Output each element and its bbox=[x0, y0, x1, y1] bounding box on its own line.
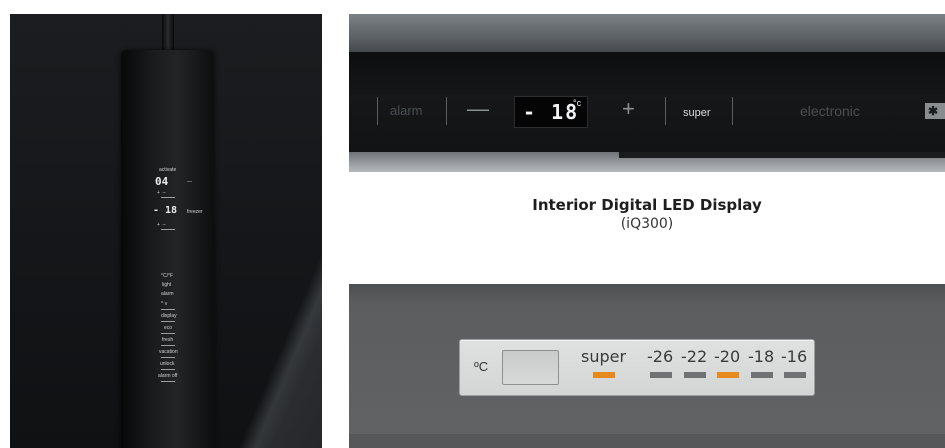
super-indicator[interactable] bbox=[593, 372, 615, 378]
strip-lower-side-label: freezer bbox=[187, 209, 203, 215]
strip-divider bbox=[161, 229, 175, 230]
temp-indicator-minus-16[interactable] bbox=[784, 372, 806, 378]
temperature-unit: °c bbox=[573, 98, 582, 108]
strip-divider bbox=[161, 345, 175, 346]
strip-label-unit[interactable]: °C/°F bbox=[161, 274, 173, 279]
temp-indicator-minus-18[interactable] bbox=[751, 372, 773, 378]
electronic-label: electronic bbox=[800, 103, 860, 119]
minus-button[interactable]: — bbox=[467, 96, 489, 122]
strip-upper-plus-minus[interactable]: + – bbox=[157, 191, 165, 196]
strip-divider bbox=[161, 333, 175, 334]
temp-label-minus-22: -22 bbox=[681, 347, 708, 366]
strip-label-display[interactable]: display bbox=[161, 314, 177, 319]
strip-label-arrows[interactable]: ^ v bbox=[161, 302, 167, 307]
strip-divider bbox=[161, 357, 175, 358]
caption-subtitle: (iQ300) bbox=[620, 216, 674, 232]
unit-label: ºC bbox=[474, 359, 489, 374]
plate-display-window[interactable] bbox=[502, 350, 559, 385]
fridge-control-panel: ºC super -26 -22 -20 -18 -16 bbox=[349, 284, 945, 448]
led-bar-body bbox=[349, 52, 945, 152]
brand-badge-icon: ✱ bbox=[925, 103, 945, 119]
strip-label-eco[interactable]: eco bbox=[164, 326, 172, 331]
temp-label-minus-26: -26 bbox=[647, 347, 674, 366]
separator bbox=[377, 97, 378, 125]
separator bbox=[732, 97, 733, 125]
super-label: super bbox=[581, 347, 627, 366]
separator bbox=[665, 97, 666, 125]
temperature-display: - 18 °c bbox=[514, 96, 588, 128]
strip-display-upper: 04 bbox=[155, 175, 169, 188]
temp-label-minus-18: -18 bbox=[748, 347, 775, 366]
led-display-bar: alarm — - 18 °c + super electronic ✱ bbox=[349, 14, 945, 172]
strip-label-light[interactable]: light bbox=[162, 283, 171, 288]
separator bbox=[446, 97, 447, 125]
temp-indicator-minus-22[interactable] bbox=[684, 372, 706, 378]
strip-divider bbox=[161, 309, 175, 310]
strip-display-lower: - 18 bbox=[153, 205, 178, 216]
led-bar-top-edge bbox=[349, 14, 945, 52]
temp-label-minus-16: -16 bbox=[781, 347, 808, 366]
alarm-button[interactable]: alarm bbox=[390, 103, 423, 119]
strip-label-activate[interactable]: activate bbox=[159, 168, 176, 173]
plus-button[interactable]: + bbox=[622, 96, 635, 122]
caption-title: Interior Digital LED Display bbox=[532, 196, 762, 214]
strip-label-alarm[interactable]: alarm bbox=[161, 292, 174, 297]
super-button[interactable]: super bbox=[683, 105, 711, 121]
strip-label-vacation[interactable]: vacation bbox=[159, 350, 178, 355]
temperature-value: - 18 bbox=[523, 100, 580, 124]
strip-upper-side-label: — bbox=[187, 179, 192, 185]
strip-label-unlock[interactable]: unlock bbox=[160, 362, 174, 367]
strip-label-alarm-off[interactable]: alarm off bbox=[158, 374, 177, 379]
strip-divider bbox=[161, 369, 175, 370]
strip-label-fresh[interactable]: fresh bbox=[162, 338, 173, 343]
temp-label-minus-20: -20 bbox=[714, 347, 741, 366]
control-strip: activate 04 — + – - 18 freezer + – °C/°F… bbox=[121, 50, 214, 448]
temp-indicator-minus-20[interactable] bbox=[717, 372, 739, 378]
strip-divider bbox=[161, 381, 175, 382]
power-cable bbox=[162, 14, 174, 54]
led-bar-bottom-edge bbox=[349, 152, 945, 172]
led-bar-shadow bbox=[619, 152, 945, 158]
panel-base bbox=[349, 434, 945, 448]
temp-indicator-minus-26[interactable] bbox=[650, 372, 672, 378]
strip-divider bbox=[161, 321, 175, 322]
panel-sheen bbox=[209, 208, 322, 448]
strip-lower-plus-minus[interactable]: + – bbox=[157, 223, 165, 228]
control-plate: ºC super -26 -22 -20 -18 -16 bbox=[459, 339, 815, 396]
vertical-control-strip-photo: activate 04 — + – - 18 freezer + – °C/°F… bbox=[10, 14, 322, 448]
strip-divider bbox=[161, 197, 175, 198]
